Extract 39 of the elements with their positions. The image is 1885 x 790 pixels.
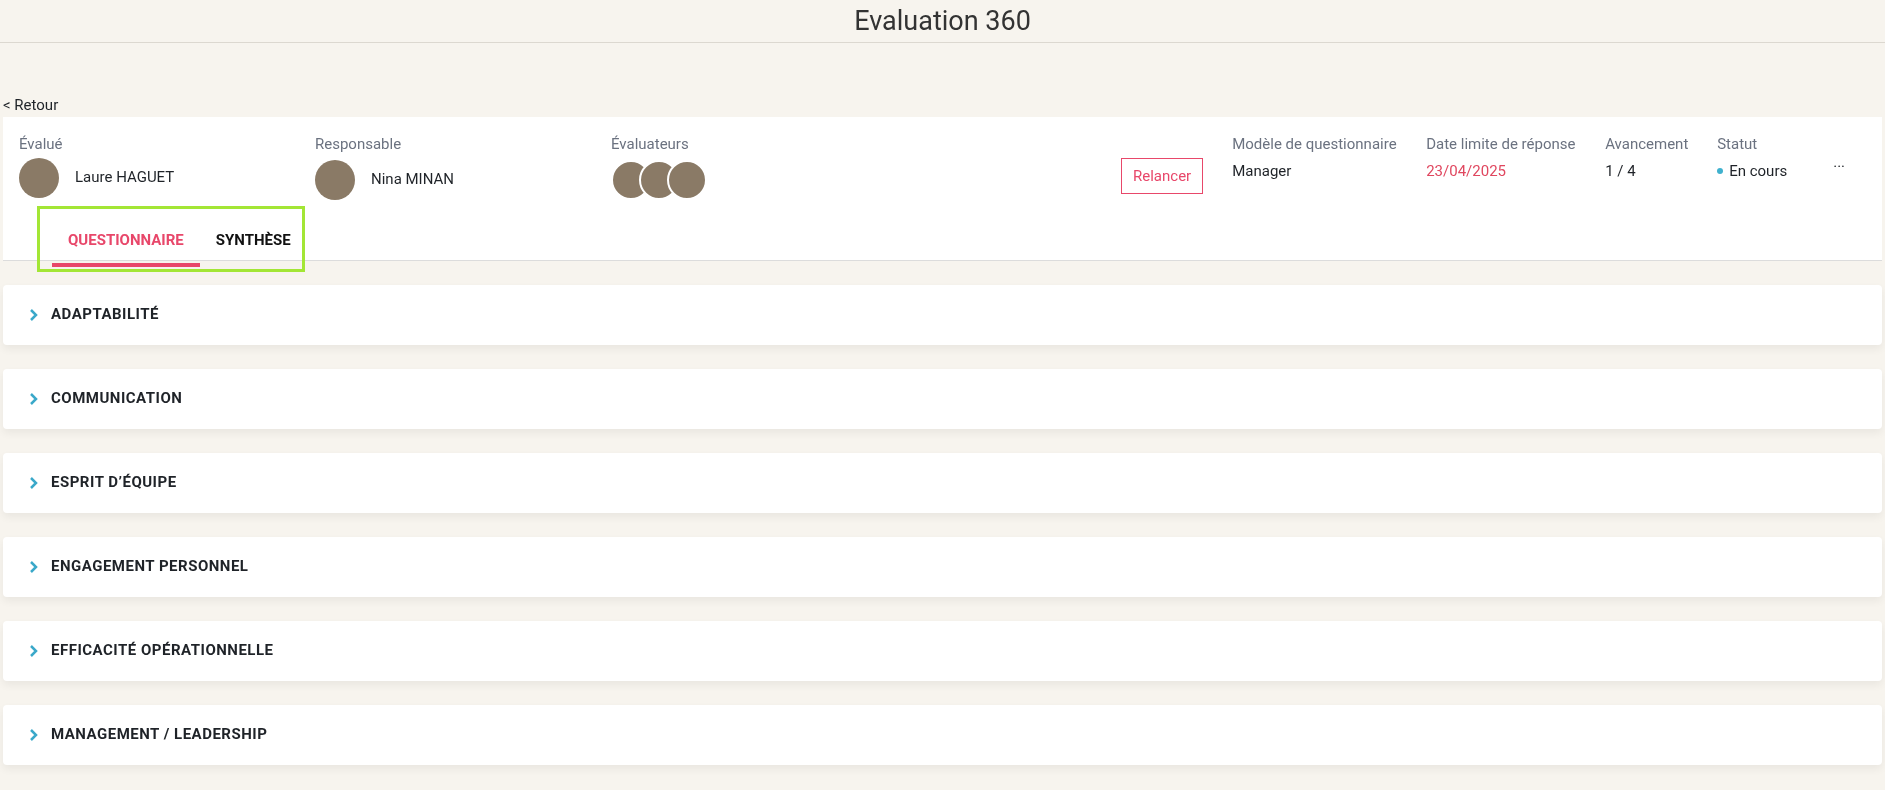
field-value: 1 / 4 — [1605, 160, 1636, 182]
remind-button[interactable]: Relancer — [1121, 158, 1204, 194]
section-header[interactable]: ESPRIT D’ÉQUIPE — [3, 452, 1882, 513]
section-header[interactable]: EFFICACITÉ OPÉRATIONNELLE — [3, 620, 1882, 681]
tab[interactable]: SYNTHÈSE — [199, 218, 307, 267]
section-title: ENGAGEMENT PERSONNEL — [51, 556, 249, 578]
section-header[interactable]: MANAGEMENT / LEADERSHIP — [3, 704, 1882, 765]
chevron-icon — [29, 308, 39, 321]
section-title: ADAPTABILITÉ — [51, 304, 159, 326]
chevron-icon — [29, 728, 39, 741]
section-header[interactable]: COMMUNICATION — [3, 368, 1882, 429]
field-label: Date limite de réponse — [1426, 134, 1577, 155]
person-name: Nina MINAN — [371, 169, 454, 191]
field-label: Évaluateurs — [611, 134, 690, 155]
field-label: Statut — [1717, 134, 1759, 155]
chevron-icon — [29, 560, 39, 573]
back-link[interactable]: < Retour — [3, 95, 1882, 115]
avatar-placeholder — [315, 159, 355, 200]
field-label: Évalué — [19, 134, 64, 155]
field-label: Modèle de questionnaire — [1232, 134, 1398, 155]
more-button[interactable]: ... — [1833, 151, 1846, 174]
person-name: Laure HAGUET — [75, 167, 175, 189]
section-title: ESPRIT D’ÉQUIPE — [51, 472, 177, 494]
chevron-icon — [29, 392, 39, 405]
chevron-icon — [29, 644, 39, 657]
field-value: Manager — [1232, 160, 1292, 182]
field-label: Avancement — [1605, 134, 1690, 155]
section-title: COMMUNICATION — [51, 388, 183, 410]
field-value: En cours — [1729, 160, 1788, 182]
field-label: Responsable — [315, 134, 403, 155]
tab[interactable]: QUESTIONNAIRE — [52, 218, 200, 267]
page-title: Evaluation 360 — [854, 3, 1031, 39]
section-header[interactable]: ENGAGEMENT PERSONNEL — [3, 536, 1882, 597]
section-title: MANAGEMENT / LEADERSHIP — [51, 724, 268, 746]
avatar-placeholder — [19, 157, 59, 198]
chevron-icon — [29, 476, 39, 489]
section-title: EFFICACITÉ OPÉRATIONNELLE — [51, 640, 274, 662]
field-value: 23/04/2025 — [1426, 160, 1506, 182]
section-header[interactable]: ADAPTABILITÉ — [3, 284, 1882, 345]
